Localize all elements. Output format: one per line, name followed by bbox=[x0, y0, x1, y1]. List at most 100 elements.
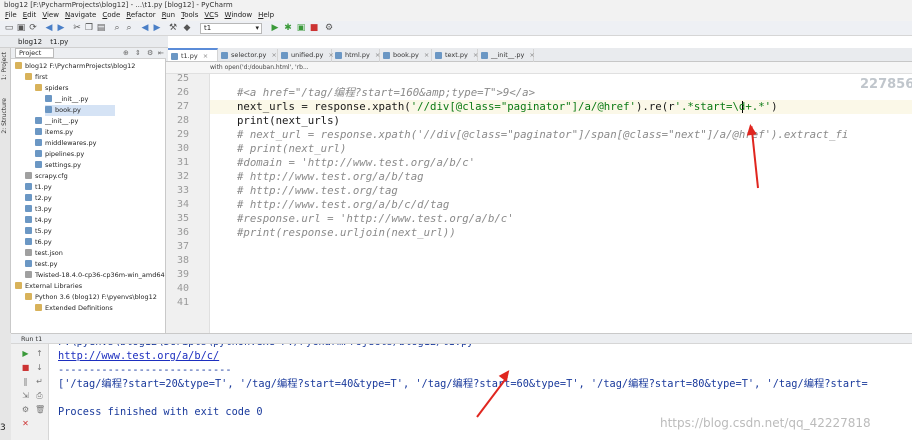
tree-item[interactable]: Extended Definitions bbox=[35, 303, 113, 314]
tree-item-label: t5.py bbox=[35, 227, 52, 235]
settings-icon[interactable]: ⚙ bbox=[324, 23, 334, 33]
rerun-icon[interactable]: ▶ bbox=[21, 349, 30, 358]
tree-item[interactable]: first bbox=[25, 72, 48, 83]
file-icon bbox=[25, 216, 32, 223]
structure-tool-tab[interactable]: 2: Structure bbox=[1, 98, 8, 134]
scroll-down-icon[interactable]: ↓ bbox=[35, 363, 44, 372]
tree-item[interactable]: __init__.py bbox=[45, 94, 88, 105]
run-console[interactable]: https://blog.csdn.net/qq_42227818 F:\pye… bbox=[49, 344, 912, 440]
collapse-icon[interactable]: ⇕ bbox=[135, 48, 141, 59]
tab-6[interactable]: __init__.py × bbox=[478, 49, 535, 62]
project-tool-tab[interactable]: 1: Project bbox=[1, 52, 8, 80]
tree-item[interactable]: Python 3.6 (blog12) F:\pyenvs\blog12 bbox=[25, 292, 157, 303]
target-icon[interactable]: ⊕ bbox=[123, 48, 129, 59]
menu-item-0[interactable]: File bbox=[2, 10, 20, 21]
tab-3[interactable]: html.py × bbox=[332, 49, 380, 62]
project-view-select[interactable]: Project bbox=[15, 48, 55, 58]
stop-icon[interactable]: ■ bbox=[309, 23, 319, 33]
tree-item[interactable]: blog12 F:\PycharmProjects\blog12 bbox=[15, 61, 135, 72]
nav-forward-icon[interactable]: ▶ bbox=[152, 23, 162, 33]
print-icon[interactable]: ⎙ bbox=[35, 391, 44, 400]
python-icon[interactable]: ◆ bbox=[182, 23, 192, 33]
tab-1[interactable]: selector.py × bbox=[218, 49, 278, 62]
tab-4[interactable]: book.py × bbox=[380, 49, 432, 62]
console-link[interactable]: http://www.test.org/a/b/c/ bbox=[58, 349, 219, 363]
menu-item-6[interactable]: Run bbox=[159, 10, 178, 21]
find-icon[interactable]: ⌕ bbox=[112, 23, 122, 33]
tree-item[interactable]: t3.py bbox=[25, 204, 52, 215]
code-line: # print(next_url) bbox=[237, 142, 346, 156]
menu-item-10[interactable]: Help bbox=[255, 10, 277, 21]
scroll-up-icon[interactable]: ↑ bbox=[35, 349, 44, 358]
build-icon[interactable]: ⚒ bbox=[168, 23, 178, 33]
save-icon[interactable]: ▣ bbox=[16, 23, 26, 33]
menu-item-5[interactable]: Refactor bbox=[123, 10, 158, 21]
tree-item[interactable]: t2.py bbox=[25, 193, 52, 204]
menu-item-4[interactable]: Code bbox=[99, 10, 123, 21]
tree-item[interactable]: scrapy.cfg bbox=[25, 171, 68, 182]
folder-icon bbox=[25, 73, 32, 80]
editor-breadcrumb[interactable]: with open('d:/douban.html', 'rb... bbox=[166, 62, 912, 74]
pause-icon[interactable]: ‖ bbox=[21, 377, 30, 386]
close-tab-icon[interactable]: × bbox=[529, 51, 534, 59]
close-tab-icon[interactable]: × bbox=[203, 52, 208, 60]
code-token: # http://www.test.org/tag bbox=[237, 184, 398, 197]
forward-icon[interactable]: ▶ bbox=[56, 23, 66, 33]
dump-icon[interactable]: ⇲ bbox=[21, 391, 30, 400]
nav-back-icon[interactable]: ◀ bbox=[140, 23, 150, 33]
settings-icon[interactable]: ⚙ bbox=[21, 405, 30, 414]
tree-item[interactable]: book.py bbox=[45, 105, 115, 116]
paste-icon[interactable]: ▤ bbox=[96, 23, 106, 33]
close-tab-icon[interactable]: × bbox=[271, 51, 276, 59]
tab-5[interactable]: text.py × bbox=[432, 49, 478, 62]
folder-icon bbox=[25, 293, 32, 300]
menu-item-9[interactable]: Window bbox=[222, 10, 256, 21]
tree-item[interactable]: settings.py bbox=[35, 160, 81, 171]
wrap-icon[interactable]: ↵ bbox=[35, 377, 44, 386]
tree-item[interactable]: test.json bbox=[25, 248, 63, 259]
tree-item[interactable]: pipelines.py bbox=[35, 149, 84, 160]
coverage-icon[interactable]: ▣ bbox=[296, 23, 306, 33]
copy-icon[interactable]: ❐ bbox=[84, 23, 94, 33]
run-icon[interactable]: ▶ bbox=[270, 23, 280, 33]
tree-item[interactable]: items.py bbox=[35, 127, 73, 138]
gear-icon[interactable]: ⚙ bbox=[147, 48, 153, 59]
tree-item[interactable]: External Libraries bbox=[15, 281, 82, 292]
cut-icon[interactable]: ✂ bbox=[72, 23, 82, 33]
code-token: print(next_urls) bbox=[237, 114, 340, 127]
tree-item[interactable]: t5.py bbox=[25, 226, 52, 237]
tree-item[interactable]: test.py bbox=[25, 259, 58, 270]
tree-item[interactable]: spiders bbox=[35, 83, 69, 94]
tree-item[interactable]: t1.py bbox=[25, 182, 52, 193]
breadcrumb-project[interactable]: blog12 bbox=[18, 38, 42, 46]
tree-item[interactable]: middlewares.py bbox=[35, 138, 96, 149]
console-line: ---------------------------- bbox=[58, 364, 232, 376]
menu-item-8[interactable]: VCS bbox=[201, 10, 221, 21]
menu-item-3[interactable]: Navigate bbox=[62, 10, 99, 21]
tab-2[interactable]: unified.py × bbox=[278, 49, 334, 62]
tree-item[interactable]: Twisted-18.4.0-cp36-cp36m-win_amd64.whl bbox=[25, 270, 165, 281]
tab-label: text.py bbox=[445, 51, 468, 59]
breadcrumb-file[interactable]: t1.py bbox=[50, 38, 68, 46]
trash-icon[interactable]: 🗑 bbox=[35, 405, 45, 414]
menu-item-7[interactable]: Tools bbox=[178, 10, 201, 21]
back-icon[interactable]: ◀ bbox=[44, 23, 54, 33]
close-icon[interactable]: ✕ bbox=[21, 419, 30, 428]
tab-0[interactable]: t1.py × bbox=[168, 48, 218, 61]
open-folder-icon[interactable]: ▭ bbox=[4, 23, 14, 33]
close-tab-icon[interactable]: × bbox=[424, 51, 429, 59]
hide-icon[interactable]: ⇤ bbox=[158, 48, 164, 59]
tree-item[interactable]: t4.py bbox=[25, 215, 52, 226]
sync-icon[interactable]: ⟳ bbox=[28, 23, 38, 33]
menu-item-2[interactable]: View bbox=[39, 10, 62, 21]
tree-item[interactable]: __init__.py bbox=[35, 116, 78, 127]
stop-icon[interactable]: ■ bbox=[21, 363, 30, 372]
code-editor[interactable]: 227856 ▶ #<a href="/tag/编程?start=160&amp… bbox=[210, 74, 912, 333]
code-token: # next_url = response.xpath('//div[@clas… bbox=[237, 128, 849, 141]
tree-item[interactable]: t6.py bbox=[25, 237, 52, 248]
menu-item-1[interactable]: Edit bbox=[20, 10, 40, 21]
debug-icon[interactable]: ✱ bbox=[283, 23, 293, 33]
code-token: # print(next_url) bbox=[237, 142, 347, 155]
run-config-select[interactable]: t1 ▾ bbox=[200, 23, 262, 34]
replace-icon[interactable]: ⌕ bbox=[124, 23, 134, 33]
